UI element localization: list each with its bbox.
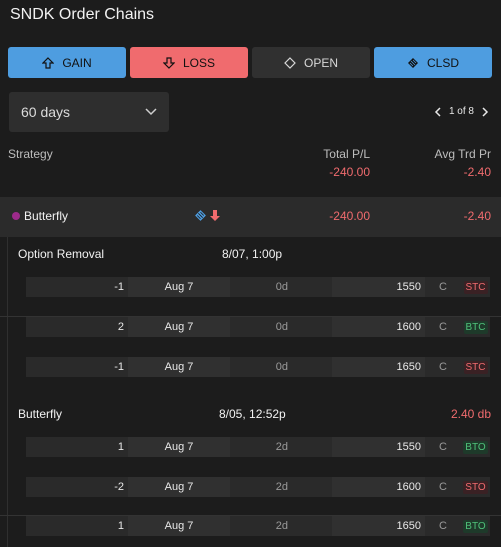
strategy-group-row[interactable]: Butterfly -240.00 -2.40 [0,197,501,237]
leg-days-to-expiry: 0d [230,357,332,377]
gain-filter-button[interactable]: GAIN [8,47,126,78]
order-price: 2.40 db [450,407,491,421]
diamond-filled-icon [407,57,418,68]
leg-row[interactable]: 1 Aug 7 2d 1650 C BTO [26,516,490,536]
leg-strike: 1600 [332,317,425,337]
leg-option-type: C [425,477,461,497]
group-status-icons [194,209,221,222]
leg-expiry: Aug 7 [128,317,230,337]
loss-arrow-icon [210,210,220,221]
closed-status-icon [195,210,206,221]
order-label: Option Removal [18,247,105,261]
filter-bar: GAIN LOSS OPEN CLSD [8,47,492,78]
leg-strike: 1550 [332,277,425,297]
order-datetime: 8/05, 12:52p [219,407,286,421]
diamond-outline-icon [284,56,296,69]
leg-expiry: Aug 7 [128,277,230,297]
leg-row[interactable]: -2 Aug 7 2d 1600 C STO [26,477,490,497]
leg-strike: 1550 [332,437,425,457]
gain-label: GAIN [62,55,92,70]
open-label: OPEN [303,55,338,70]
leg-quantity: 2 [26,317,128,337]
leg-row[interactable]: -1 Aug 7 0d 1650 C STC [26,357,490,377]
group-total-pl: -240.00 [329,209,370,223]
page-indicator: 1 of 8 [448,106,474,117]
leg-action-badge: BTC [463,320,488,334]
leg-quantity: 1 [26,516,128,536]
leg-row[interactable]: 1 Aug 7 2d 1550 C BTO [26,437,490,457]
leg-option-type: C [425,317,461,337]
leg-strike: 1650 [332,516,425,536]
leg-quantity: -1 [26,357,128,377]
avg-trade-price-column-header: Avg Trd Pr [434,147,491,161]
page-title: SNDK Order Chains [10,6,155,23]
closed-filter-button[interactable]: CLSD [374,47,492,78]
leg-row[interactable]: -1 Aug 7 0d 1550 C STC [26,277,490,297]
strategy-column-header: Strategy [8,147,53,161]
leg-option-type: C [425,277,461,297]
arrow-up-icon [42,56,55,69]
leg-action-badge: STO [463,480,488,494]
order-label: Butterfly [18,407,63,421]
summary-total-pl: -240.00 [329,165,370,179]
tree-connector-line [7,237,8,547]
group-avg-price: -2.40 [463,209,491,223]
leg-action-badge: STC [463,280,488,294]
leg-days-to-expiry: 2d [230,437,332,457]
leg-days-to-expiry: 2d [230,477,332,497]
chevron-left-icon[interactable] [434,106,441,117]
chevron-down-icon [145,108,157,116]
leg-option-type: C [425,357,461,377]
leg-option-type: C [425,437,461,457]
leg-days-to-expiry: 2d [230,516,332,536]
leg-row[interactable]: 2 Aug 7 0d 1600 C BTC [26,317,490,337]
leg-quantity: 1 [26,437,128,457]
strategy-color-dot [12,212,20,220]
leg-strike: 1600 [332,477,425,497]
leg-expiry: Aug 7 [128,477,230,497]
summary-avg-price: -2.40 [463,165,491,179]
leg-quantity: -2 [26,477,128,497]
open-filter-button[interactable]: OPEN [252,47,370,78]
leg-action-badge: BTO [463,440,488,454]
leg-action-badge: BTO [463,519,488,533]
loss-label: LOSS [182,55,215,70]
leg-days-to-expiry: 0d [230,317,332,337]
total-pl-column-header: Total P/L [323,147,370,161]
arrow-down-icon [162,56,175,69]
leg-quantity: -1 [26,277,128,297]
group-strategy-name: Butterfly [24,209,69,223]
leg-action-badge: STC [463,360,488,374]
leg-expiry: Aug 7 [128,357,230,377]
period-value: 60 days [21,104,71,120]
leg-expiry: Aug 7 [128,516,230,536]
leg-expiry: Aug 7 [128,437,230,457]
chevron-right-icon[interactable] [482,106,489,117]
loss-filter-button[interactable]: LOSS [130,47,248,78]
clsd-label: CLSD [426,55,459,70]
period-select[interactable]: 60 days [9,92,169,132]
leg-days-to-expiry: 0d [230,277,332,297]
leg-strike: 1650 [332,357,425,377]
leg-option-type: C [425,516,461,536]
order-datetime: 8/07, 1:00p [222,247,283,261]
pager: 1 of 8 [434,106,489,117]
